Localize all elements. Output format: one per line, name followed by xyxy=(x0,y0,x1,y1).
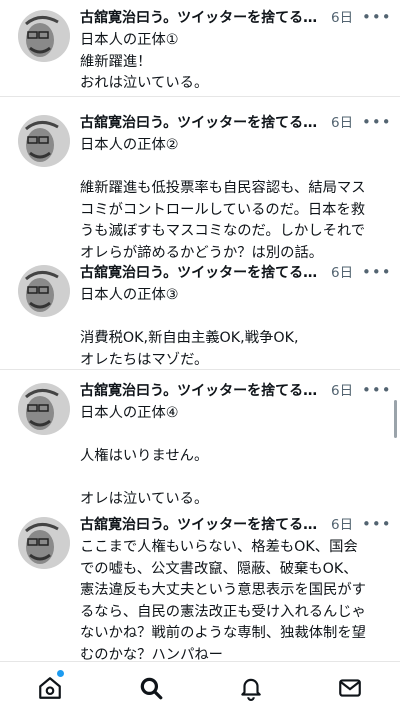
tweet-line: での嘘も、公文書改竄、隠蔽、破棄もOK、 xyxy=(80,560,358,577)
tweet[interactable]: 古舘寛治曰う。ツイッターを捨てる… 6日 ••• 日本人の正体④ 人権はいりませ… xyxy=(0,381,400,509)
tweet-date[interactable]: 6日 xyxy=(331,113,353,133)
tweet-text: 日本人の正体③ 消費税OK,新自由主義OK,戦争OK, オレたちはマゾだ。 xyxy=(80,285,385,371)
mail-icon xyxy=(339,679,361,697)
more-options-icon[interactable]: ••• xyxy=(362,263,392,281)
tweet-date[interactable]: 6日 xyxy=(331,8,353,28)
avatar[interactable] xyxy=(18,10,70,62)
tweet-line: るなら、自民の憲法改正も受け入れるんじゃ xyxy=(80,603,366,620)
more-options-icon[interactable]: ••• xyxy=(362,381,392,399)
avatar[interactable] xyxy=(18,517,70,569)
tweet-line: 維新躍進！ xyxy=(80,53,152,70)
tweet-line: ないかね？戦前のような専制、独裁体制を望 xyxy=(80,625,366,641)
home-icon xyxy=(39,677,61,699)
tweet-line: 日本人の正体② xyxy=(80,137,179,153)
tweet-line xyxy=(80,425,385,447)
tweet-author-name[interactable]: 古舘寛治曰う。ツイッターを捨てる… xyxy=(80,8,328,28)
tweet-line: おれは泣いている。 xyxy=(80,75,209,91)
tweet-divider xyxy=(0,96,400,97)
tweet[interactable]: 古舘寛治曰う。ツイッターを捨てる… 6日 ••• 日本人の正体② 維新躍進も低投… xyxy=(0,113,400,263)
tweet-line: うも滅ぼすもマスコミなのだ。しかしそれで xyxy=(80,223,366,239)
tweet-line: オレたちはマゾだ。 xyxy=(80,351,209,368)
tweet-line: ここまで人権もいらない、格差もOK、国会 xyxy=(80,539,358,555)
more-options-icon[interactable]: ••• xyxy=(362,113,392,131)
tweet-divider xyxy=(0,369,400,370)
tweet-line: 維新躍進も低投票率も自民容認も、結局マス xyxy=(80,180,366,196)
notification-dot xyxy=(57,670,64,677)
tweet-line: オレらが諦めるかどうか？は別の話。 xyxy=(80,244,324,261)
bell-icon xyxy=(241,678,261,701)
tweet[interactable]: 古舘寛治曰う。ツイッターを捨てる… 6日 ••• 日本人の正体③ 消費税OK,新… xyxy=(0,263,400,368)
tweet-line: 消費税OK,新自由主義OK,戦争OK, xyxy=(80,330,299,346)
search-icon xyxy=(140,677,163,700)
tweet-line: コミがコントロールしているのだ。日本を救 xyxy=(80,201,366,218)
tweet-line xyxy=(80,468,385,490)
tab-messages[interactable] xyxy=(335,673,365,703)
tweet-author-name[interactable]: 古舘寛治曰う。ツイッターを捨てる… xyxy=(80,381,328,401)
tweet-author-name[interactable]: 古舘寛治曰う。ツイッターを捨てる… xyxy=(80,113,328,133)
tweet-date[interactable]: 6日 xyxy=(331,515,353,535)
tweet-line: オレは泣いている。 xyxy=(80,491,209,507)
tweet-line: 日本人の正体① xyxy=(80,32,179,48)
tweet-text: 日本人の正体④ 人権はいりません。 オレは泣いている。 xyxy=(80,403,385,511)
bottom-tab-bar xyxy=(0,661,400,711)
tweet-text: 日本人の正体① 維新躍進！ おれは泣いている。 xyxy=(80,30,385,95)
timeline-feed[interactable]: 古舘寛治曰う。ツイッターを捨てる… 6日 ••• 日本人の正体① 維新躍進！ お… xyxy=(0,0,400,661)
tweet-line xyxy=(80,307,385,329)
tweet-line: 日本人の正体③ xyxy=(80,287,179,303)
scrollbar-thumb[interactable] xyxy=(394,400,397,438)
tweet-text: ここまで人権もいらない、格差もOK、国会 での嘘も、公文書改竄、隠蔽、破棄もOK… xyxy=(80,537,385,661)
tweet-date[interactable]: 6日 xyxy=(331,381,353,401)
avatar[interactable] xyxy=(18,115,70,167)
tweet-author-name[interactable]: 古舘寛治曰う。ツイッターを捨てる… xyxy=(80,263,328,283)
tab-notifications[interactable] xyxy=(236,673,266,703)
tweet-author-name[interactable]: 古舘寛治曰う。ツイッターを捨てる… xyxy=(80,515,328,535)
more-options-icon[interactable]: ••• xyxy=(362,8,392,26)
avatar[interactable] xyxy=(18,265,70,317)
tweet-line: 憲法違反も大丈夫という意思表示を国民がす xyxy=(80,582,366,598)
tweet-line: 日本人の正体④ xyxy=(80,405,179,421)
tab-home[interactable] xyxy=(35,670,65,703)
tweet[interactable]: 古舘寛治曰う。ツイッターを捨てる… 6日 ••• 日本人の正体① 維新躍進！ お… xyxy=(0,8,400,94)
tweet-text: 日本人の正体② 維新躍進も低投票率も自民容認も、結局マス コミがコントロールして… xyxy=(80,135,385,264)
tweet-line xyxy=(80,157,385,179)
tweet-date[interactable]: 6日 xyxy=(331,263,353,283)
tweet[interactable]: 古舘寛治曰う。ツイッターを捨てる… 6日 ••• ここまで人権もいらない、格差も… xyxy=(0,515,400,661)
avatar[interactable] xyxy=(18,383,70,435)
tweet-line: 人権はいりません。 xyxy=(80,448,209,464)
tab-search[interactable] xyxy=(136,673,166,703)
tweet-line: むのかな？ハンパねー xyxy=(80,646,223,662)
more-options-icon[interactable]: ••• xyxy=(362,515,392,533)
